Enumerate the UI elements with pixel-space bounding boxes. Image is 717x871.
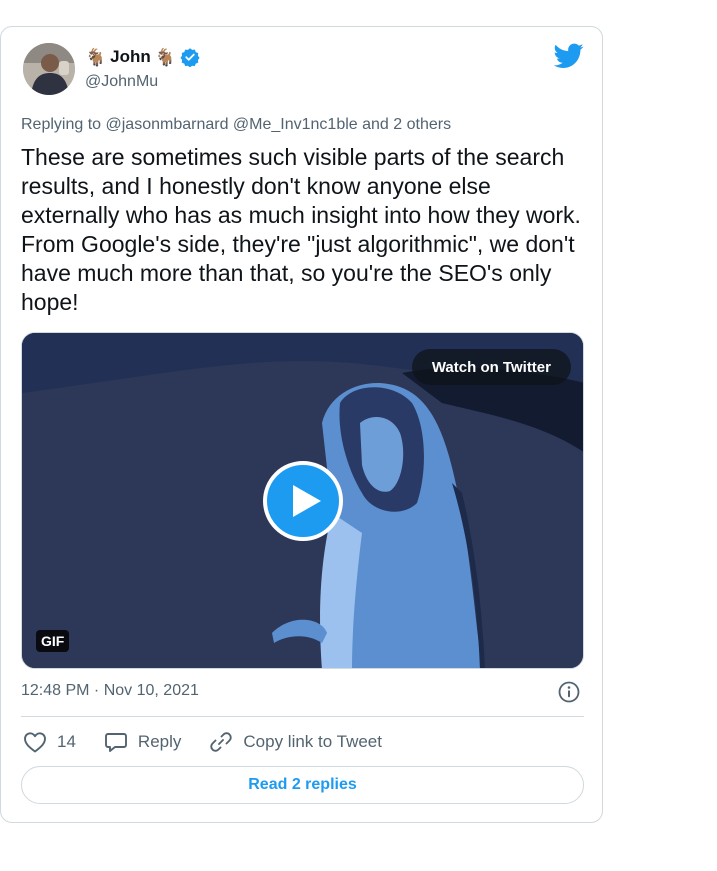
watch-on-twitter-button[interactable]: Watch on Twitter [411,349,571,385]
tweet-card: 🐐 John 🐐 @JohnMu Replying to @jasonmbarn… [0,26,603,823]
action-bar: 14 Reply Copy link to Tweet [23,730,410,754]
goat-emoji-left: 🐐 [85,47,107,67]
goat-emoji-right: 🐐 [154,47,176,67]
like-button[interactable]: 14 [23,731,76,753]
play-icon [293,485,321,517]
reply-bubble-icon [104,733,127,752]
copy-link-button[interactable]: Copy link to Tweet [209,730,382,754]
reply-button[interactable]: Reply [104,731,181,753]
read-replies-button[interactable]: Read 2 replies [21,766,584,804]
twitter-bird-icon[interactable] [553,43,584,74]
replying-to[interactable]: Replying to @jasonmbarnard @Me_Inv1nc1bl… [21,116,451,134]
author-handle[interactable]: @JohnMu [85,73,158,91]
gif-badge: GIF [36,630,70,652]
copy-link-label: Copy link to Tweet [243,732,382,751]
info-icon[interactable] [558,681,580,708]
play-button[interactable] [263,461,343,541]
heart-icon [24,732,46,753]
verified-badge-icon [180,47,200,67]
gif-media[interactable]: Watch on Twitter GIF [21,332,584,669]
divider [21,716,584,717]
link-icon [210,732,233,752]
avatar[interactable] [23,43,75,95]
timestamp[interactable]: 12:48 PM · Nov 10, 2021 [21,682,199,700]
tweet-text: These are sometimes such visible parts o… [21,144,588,315]
like-count: 14 [57,732,76,751]
reply-label: Reply [137,732,182,751]
name-row[interactable]: 🐐 John 🐐 [85,47,200,67]
display-name[interactable]: John [110,47,151,67]
